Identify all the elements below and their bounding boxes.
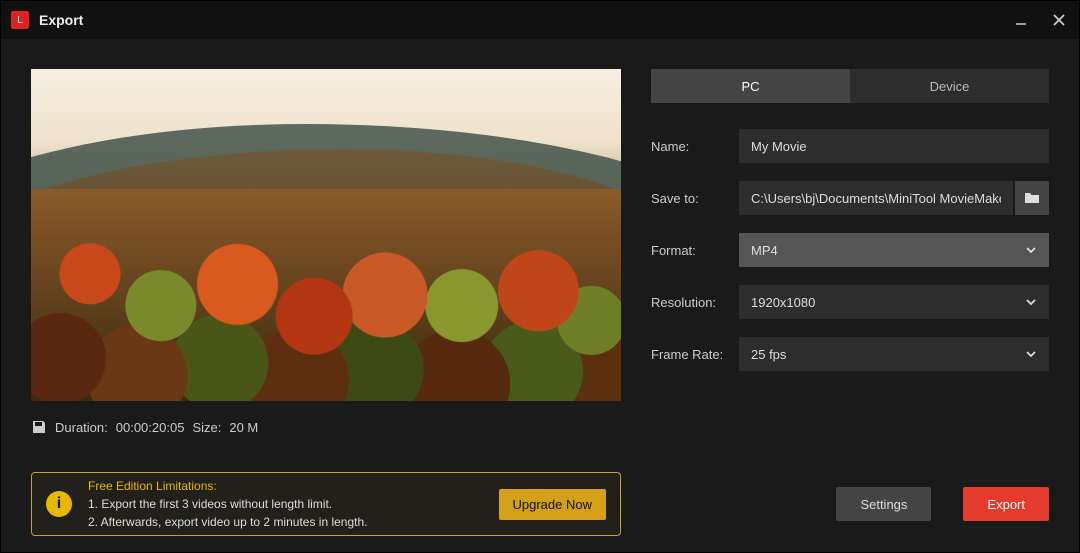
framerate-label: Frame Rate: — [651, 347, 739, 362]
export-window: L Export Duration: 00:00:2 — [0, 0, 1080, 553]
framerate-value: 25 fps — [751, 347, 786, 362]
upgrade-button[interactable]: Upgrade Now — [499, 489, 607, 520]
video-meta: Duration: 00:00:20:05 Size: 20 M — [31, 419, 621, 435]
name-input[interactable] — [739, 129, 1049, 163]
minimize-button[interactable] — [1011, 10, 1031, 30]
save-icon — [31, 419, 47, 435]
tab-device[interactable]: Device — [850, 69, 1049, 103]
format-label: Format: — [651, 243, 739, 258]
resolution-select[interactable]: 1920x1080 — [739, 285, 1049, 319]
chevron-down-icon — [1025, 348, 1037, 360]
resolution-value: 1920x1080 — [751, 295, 815, 310]
size-value: 20 M — [229, 420, 258, 435]
browse-button[interactable] — [1015, 181, 1049, 215]
name-label: Name: — [651, 139, 739, 154]
duration-label: Duration: — [55, 420, 108, 435]
limitations-banner: i Free Edition Limitations: 1. Export th… — [31, 472, 621, 536]
size-label: Size: — [192, 420, 221, 435]
close-button[interactable] — [1049, 10, 1069, 30]
settings-button[interactable]: Settings — [836, 487, 931, 521]
folder-icon — [1024, 190, 1040, 206]
chevron-down-icon — [1025, 244, 1037, 256]
app-icon: L — [11, 11, 29, 29]
format-value: MP4 — [751, 243, 778, 258]
format-select[interactable]: MP4 — [739, 233, 1049, 267]
duration-value: 00:00:20:05 — [116, 420, 185, 435]
export-button[interactable]: Export — [963, 487, 1049, 521]
info-icon: i — [46, 491, 72, 517]
saveto-label: Save to: — [651, 191, 739, 206]
window-title: Export — [39, 12, 1011, 28]
resolution-label: Resolution: — [651, 295, 739, 310]
tab-pc[interactable]: PC — [651, 69, 850, 103]
limitations-line1: 1. Export the first 3 videos without len… — [88, 495, 483, 513]
saveto-input[interactable] — [739, 181, 1013, 215]
video-preview — [31, 69, 621, 401]
limitations-line2: 2. Afterwards, export video up to 2 minu… — [88, 513, 483, 531]
titlebar: L Export — [1, 1, 1079, 39]
export-target-tabs: PC Device — [651, 69, 1049, 103]
framerate-select[interactable]: 25 fps — [739, 337, 1049, 371]
limitations-title: Free Edition Limitations: — [88, 477, 483, 495]
chevron-down-icon — [1025, 296, 1037, 308]
